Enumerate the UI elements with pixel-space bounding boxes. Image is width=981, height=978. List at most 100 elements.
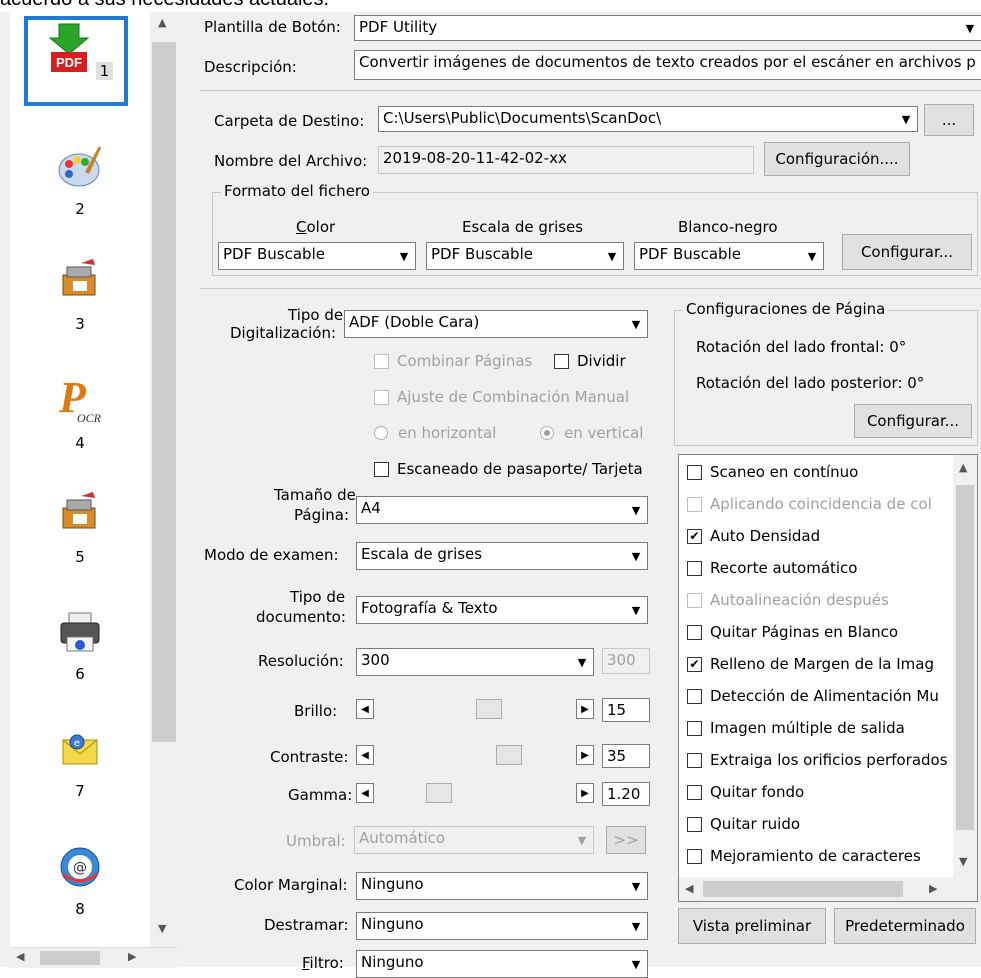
option-checkbox[interactable]: Scaneo en contínuo [687, 463, 858, 481]
gamma-slider[interactable]: ◀ ▶ [356, 780, 594, 806]
scan-mode-dropdown[interactable]: Escala de grises ▼ [356, 542, 648, 570]
horizontal-radio[interactable]: en horizontal [374, 424, 496, 442]
slider-right-arrow-icon[interactable]: ▶ [576, 745, 594, 765]
slider-thumb[interactable] [496, 745, 522, 765]
list-horizontal-scrollbar[interactable]: ◀ ▶ [10, 947, 178, 968]
list-item-5[interactable]: 5 [10, 490, 150, 566]
brightness-label: Brillo: [294, 702, 338, 720]
contrast-value[interactable]: 35 [602, 744, 650, 768]
scroll-left-arrow-icon[interactable]: ◀ [685, 882, 693, 895]
option-label: Mejoramiento de caracteres [710, 847, 921, 865]
description-field[interactable]: Convertir imágenes de documentos de text… [354, 50, 981, 80]
brightness-value[interactable]: 15 [602, 698, 650, 722]
destination-folder-dropdown[interactable]: C:\Users\Public\Documents\ScanDoc\ ▼ [378, 106, 918, 132]
scroll-left-arrow-icon[interactable]: ◀ [16, 950, 24, 963]
scrollbar-thumb[interactable] [152, 42, 176, 742]
format-gray-dropdown[interactable]: PDF Buscable ▼ [426, 242, 624, 270]
scroll-down-arrow-icon[interactable]: ▼ [158, 922, 166, 935]
selection-highlight [24, 16, 128, 106]
chevron-down-icon: ▼ [626, 914, 646, 938]
scroll-right-arrow-icon[interactable]: ▶ [929, 882, 937, 895]
list-vertical-scrollbar[interactable]: ▲ ▼ [150, 12, 178, 967]
contrast-label: Contraste: [270, 748, 349, 766]
gamma-value[interactable]: 1.20 [602, 782, 650, 806]
checkbox-box [687, 464, 702, 480]
radio-circle [374, 426, 388, 440]
filter-dropdown[interactable]: Ninguno ▼ [356, 950, 648, 978]
threshold-advanced-button[interactable]: >> [606, 826, 646, 854]
threshold-dropdown[interactable]: Automático ▼ [354, 826, 594, 854]
slider-right-arrow-icon[interactable]: ▶ [576, 699, 594, 719]
chevron-down-icon: ▼ [626, 952, 646, 976]
option-checkbox[interactable]: Quitar fondo [687, 783, 804, 801]
resolution-dropdown[interactable]: 300 ▼ [356, 648, 594, 676]
format-bw-dropdown[interactable]: PDF Buscable ▼ [634, 242, 824, 270]
passport-checkbox[interactable]: Escaneado de pasaporte/ Tarjeta [374, 460, 643, 478]
scan-type-label-line1: Tipo de [288, 306, 344, 324]
scrollbar-thumb[interactable] [956, 485, 974, 830]
scroll-down-arrow-icon[interactable]: ▼ [959, 855, 967, 868]
format-color-dropdown[interactable]: PDF Buscable ▼ [218, 242, 416, 270]
chevron-down-icon: ▼ [626, 874, 646, 898]
svg-text:OCR: OCR [77, 411, 102, 425]
edge-color-dropdown[interactable]: Ninguno ▼ [356, 872, 648, 900]
scrollbar-thumb[interactable] [703, 881, 903, 897]
list-item-3[interactable]: 3 [10, 257, 150, 333]
scroll-right-arrow-icon[interactable]: ▶ [128, 950, 136, 963]
option-checkbox[interactable]: Recorte automático [687, 559, 857, 577]
option-checkbox[interactable]: Quitar Páginas en Blanco [687, 623, 898, 641]
split-checkbox[interactable]: Dividir [554, 352, 626, 370]
list-item-7[interactable]: e 7 [10, 724, 150, 800]
template-dropdown[interactable]: PDF Utility ▼ [354, 15, 981, 41]
passport-label: Escaneado de pasaporte/ Tarjeta [397, 460, 643, 478]
resolution-value: 300 [361, 651, 390, 669]
option-checkbox[interactable]: Extraiga los orificios perforados [687, 751, 948, 769]
slider-left-arrow-icon[interactable]: ◀ [356, 783, 374, 803]
combine-pages-checkbox[interactable]: Combinar Páginas [374, 352, 532, 370]
slider-right-arrow-icon[interactable]: ▶ [576, 783, 594, 803]
slider-thumb[interactable] [476, 699, 502, 719]
option-checkbox[interactable]: Aplicando coincidencia de col [687, 495, 932, 513]
option-checkbox[interactable]: ✔ Auto Densidad [687, 527, 820, 545]
page-config-button[interactable]: Configurar... [854, 404, 972, 438]
vertical-label: en vertical [564, 424, 644, 442]
slider-left-arrow-icon[interactable]: ◀ [356, 699, 374, 719]
scan-type-dropdown[interactable]: ADF (Doble Cara) ▼ [344, 310, 648, 338]
scrollbar-thumb[interactable] [40, 951, 100, 965]
top-cut-text: acuerdo a sus necesidades actuales. [0, 0, 329, 11]
option-checkbox[interactable]: Detección de Alimentación Mu [687, 687, 939, 705]
list-item-1[interactable]: PDF 1 [10, 16, 150, 106]
preview-button[interactable]: Vista preliminar [678, 908, 826, 944]
doc-type-dropdown[interactable]: Fotografía & Texto ▼ [356, 596, 648, 624]
vertical-radio[interactable]: en vertical [540, 424, 643, 442]
descreen-dropdown[interactable]: Ninguno ▼ [356, 912, 648, 940]
option-checkbox[interactable]: Autoalineación después [687, 591, 889, 609]
option-checkbox[interactable]: ✔ Relleno de Margen de la Imag [687, 655, 934, 673]
option-checkbox[interactable]: Quitar ruido [687, 815, 800, 833]
list-item-2[interactable]: 2 [10, 142, 150, 218]
default-button[interactable]: Predeterminado [834, 908, 976, 944]
browse-button[interactable]: ... [924, 104, 974, 136]
option-label: Quitar fondo [710, 783, 805, 801]
filename-config-button[interactable]: Configuración.... [764, 142, 910, 176]
doc-type-value: Fotografía & Texto [361, 599, 498, 617]
manual-combine-checkbox[interactable]: Ajuste de Combinación Manual [374, 388, 629, 406]
resolution-readout: 300 [602, 648, 650, 674]
slider-thumb[interactable] [426, 783, 452, 803]
svg-text:e: e [74, 738, 80, 749]
option-checkbox[interactable]: Imagen múltiple de salida [687, 719, 905, 737]
checkbox-box [687, 752, 702, 768]
contrast-slider[interactable]: ◀ ▶ [356, 742, 594, 768]
page-size-dropdown[interactable]: A4 ▼ [356, 496, 648, 524]
slider-left-arrow-icon[interactable]: ◀ [356, 745, 374, 765]
format-configure-button[interactable]: Configurar... [842, 234, 972, 270]
brightness-slider[interactable]: ◀ ▶ [356, 696, 594, 722]
list-item-8[interactable]: @ 8 [10, 842, 150, 918]
checklist-horizontal-scrollbar[interactable]: ◀ ▶ [679, 877, 953, 901]
option-checkbox[interactable]: Mejoramiento de caracteres [687, 847, 921, 865]
checklist-vertical-scrollbar[interactable]: ▲ ▼ [953, 455, 977, 877]
scroll-up-arrow-icon[interactable]: ▲ [959, 461, 967, 474]
list-item-6[interactable]: 6 [10, 607, 150, 683]
scroll-up-arrow-icon[interactable]: ▲ [158, 16, 166, 29]
list-item-4[interactable]: P OCR 4 [10, 372, 150, 452]
